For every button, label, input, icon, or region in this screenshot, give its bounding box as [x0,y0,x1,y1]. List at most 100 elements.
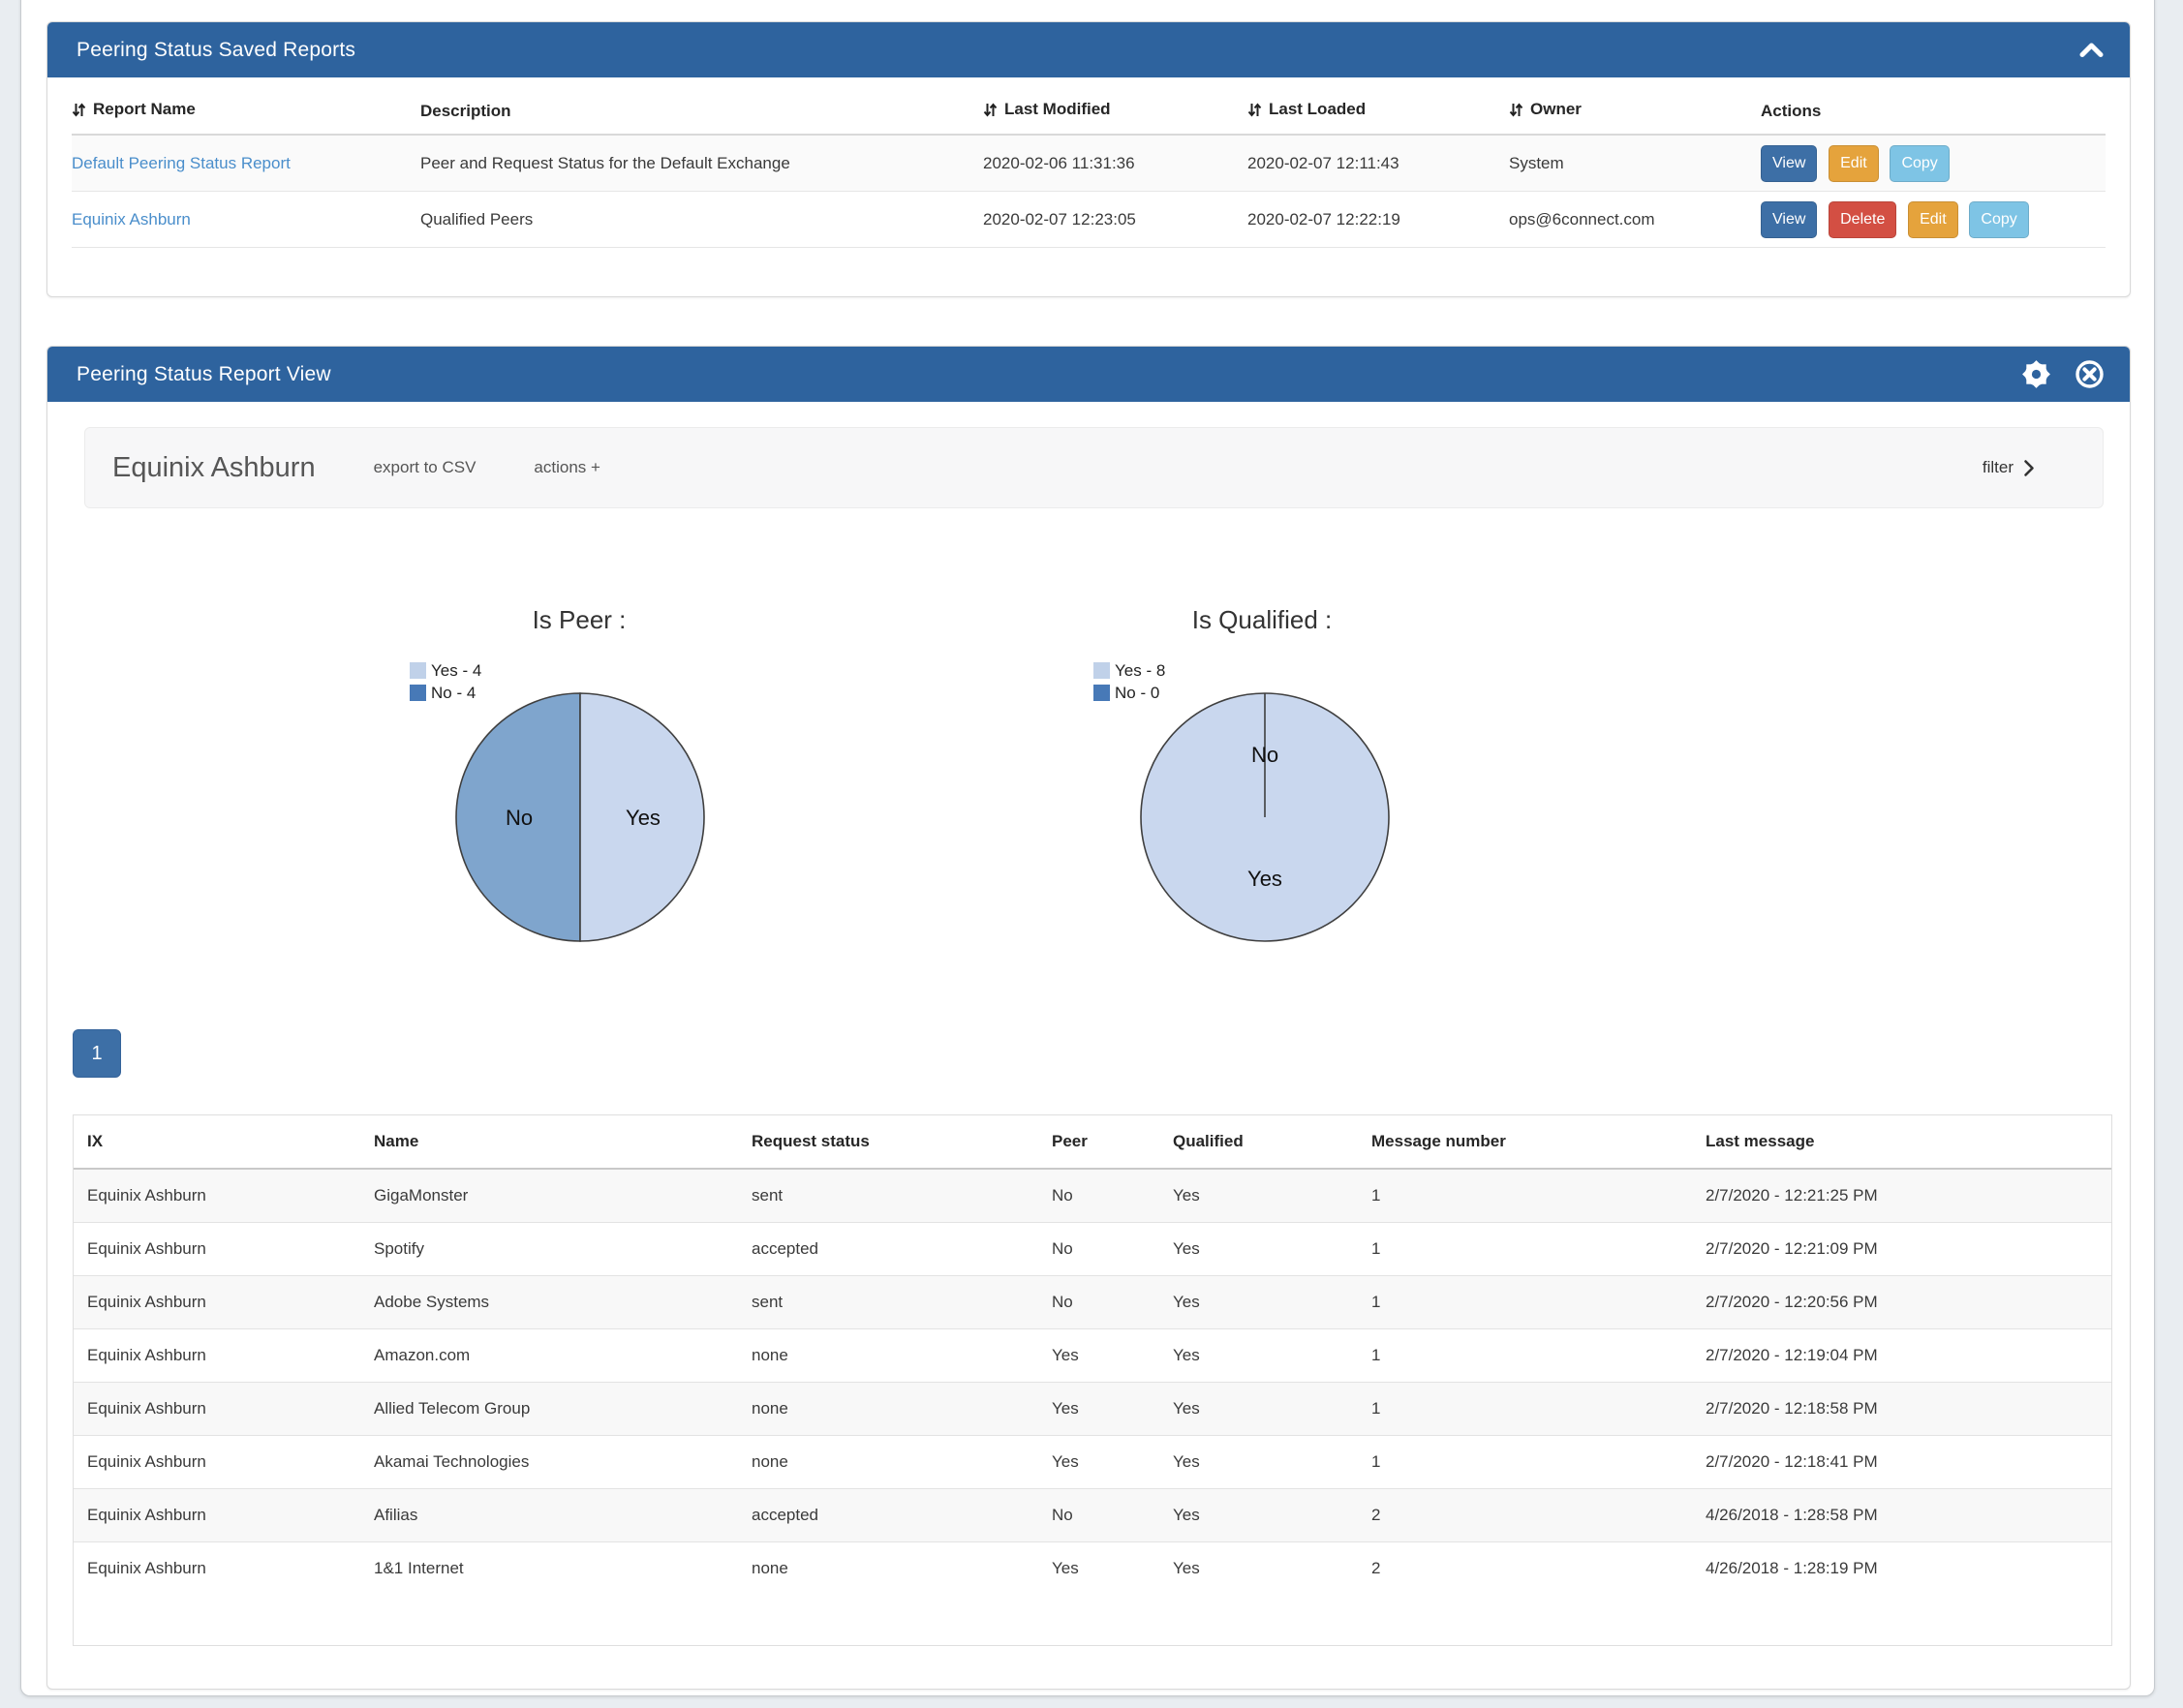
pie-chart-title: Is Peer : [385,605,773,635]
saved-reports-table: Report Name Description Last Modif [72,89,2106,248]
legend-label: Yes - 8 [1115,661,1165,681]
cell-peer: No [1038,1169,1159,1223]
column-header-last-modified[interactable]: Last Modified [983,89,1247,135]
peer-row: Equinix Ashburn Amazon.com none Yes Yes … [74,1329,2111,1383]
report-toolbar: Equinix Ashburn export to CSV actions + … [84,427,2104,508]
delete-button[interactable]: Delete [1829,201,1896,238]
cell-last-message: 2/7/2020 - 12:20:56 PM [1692,1276,2111,1329]
saved-reports-panel: Peering Status Saved Reports [46,21,2131,297]
legend-item: Yes - 4 [410,659,481,682]
cell-request-status: sent [738,1276,1038,1329]
report-link[interactable]: Default Peering Status Report [72,154,291,172]
pie-slice-label-no: No [1251,743,1278,767]
report-view-body: Equinix Ashburn export to CSV actions + … [47,402,2130,1689]
pie-chart-title: Is Qualified : [1068,605,1456,635]
cell-last-message: 2/7/2020 - 12:18:58 PM [1692,1383,2111,1436]
saved-reports-panel-header: Peering Status Saved Reports [47,22,2130,77]
peer-row: Equinix Ashburn Afilias accepted No Yes … [74,1489,2111,1542]
column-header-last-message: Last message [1692,1115,2111,1169]
cell-peer: Yes [1038,1542,1159,1596]
filter-label: filter [1983,458,2014,477]
cell-qualified: Yes [1159,1489,1358,1542]
cell-name: 1&1 Internet [360,1542,738,1596]
cell-peer: Yes [1038,1383,1159,1436]
saved-reports-header-row: Report Name Description Last Modif [72,89,2106,135]
copy-button[interactable]: Copy [1890,145,1949,182]
report-view-panel: Peering Status Report View Equinix Ashbu… [46,346,2131,1690]
column-header-description: Description [420,89,983,135]
sort-icon [1247,102,1262,118]
cell-message-number: 1 [1358,1329,1692,1383]
settings-button[interactable] [2021,359,2051,389]
legend-swatch-yes [410,662,426,679]
cell-ix: Equinix Ashburn [74,1383,360,1436]
cell-request-status: none [738,1436,1038,1489]
column-header-last-loaded[interactable]: Last Loaded [1247,89,1509,135]
cell-ix: Equinix Ashburn [74,1329,360,1383]
cell-qualified: Yes [1159,1329,1358,1383]
sort-icon [983,102,998,118]
saved-reports-panel-title: Peering Status Saved Reports [77,39,355,62]
view-button[interactable]: View [1761,201,1817,238]
is-qualified-pie-chart: No Yes [1131,684,1399,951]
cell-request-status: sent [738,1169,1038,1223]
peers-table: IX Name Request status Peer Qualified Me… [74,1115,2111,1595]
cell-last-message: 2/7/2020 - 12:19:04 PM [1692,1329,2111,1383]
cell-request-status: accepted [738,1223,1038,1276]
pie-slice-label-no: No [506,806,533,830]
cell-ix: Equinix Ashburn [74,1436,360,1489]
column-header-name: Name [360,1115,738,1169]
column-label: Last Loaded [1269,100,1366,119]
is-peer-pie-chart: No Yes [446,684,714,951]
copy-button[interactable]: Copy [1969,201,2028,238]
report-link[interactable]: Equinix Ashburn [72,210,191,229]
cell-last-message: 4/26/2018 - 1:28:19 PM [1692,1542,2111,1596]
close-panel-button[interactable] [2075,359,2105,389]
legend-swatch-yes [1093,662,1110,679]
legend-swatch-no [1093,685,1110,701]
column-header-owner[interactable]: Owner [1509,89,1761,135]
peers-table-container: IX Name Request status Peer Qualified Me… [73,1114,2112,1646]
filter-toggle[interactable]: filter [1983,458,2035,477]
cell-peer: Yes [1038,1436,1159,1489]
cell-message-number: 1 [1358,1276,1692,1329]
cell-request-status: none [738,1383,1038,1436]
report-owner: ops@6connect.com [1509,192,1761,248]
cell-peer: No [1038,1223,1159,1276]
cell-ix: Equinix Ashburn [74,1489,360,1542]
view-button[interactable]: View [1761,145,1817,182]
report-description: Peer and Request Status for the Default … [420,135,983,192]
export-csv-link[interactable]: export to CSV [374,458,477,477]
cell-name: Spotify [360,1223,738,1276]
chevron-right-icon [2023,459,2035,477]
close-circle-icon [2075,359,2105,389]
cell-request-status: accepted [738,1489,1038,1542]
cell-name: Allied Telecom Group [360,1383,738,1436]
gear-icon [2021,359,2051,389]
cell-name: Afilias [360,1489,738,1542]
report-name-heading: Equinix Ashburn [112,452,316,484]
cell-message-number: 1 [1358,1223,1692,1276]
cell-qualified: Yes [1159,1436,1358,1489]
column-header-message-number: Message number [1358,1115,1692,1169]
sort-icon [72,102,86,118]
cell-message-number: 1 [1358,1383,1692,1436]
cell-name: Adobe Systems [360,1276,738,1329]
peer-row: Equinix Ashburn 1&1 Internet none Yes Ye… [74,1542,2111,1596]
pagination-page-1-button[interactable]: 1 [73,1029,121,1078]
cell-last-message: 2/7/2020 - 12:21:25 PM [1692,1169,2111,1223]
column-header-peer: Peer [1038,1115,1159,1169]
legend-item: Yes - 8 [1093,659,1165,682]
peer-row: Equinix Ashburn Adobe Systems sent No Ye… [74,1276,2111,1329]
collapse-panel-button[interactable] [2078,42,2105,58]
actions-menu-link[interactable]: actions + [534,458,600,477]
cell-peer: No [1038,1489,1159,1542]
column-header-report-name[interactable]: Report Name [72,89,420,135]
cell-message-number: 1 [1358,1169,1692,1223]
edit-button[interactable]: Edit [1829,145,1879,182]
cell-message-number: 2 [1358,1489,1692,1542]
pie-slice-label-yes: Yes [626,806,661,830]
edit-button[interactable]: Edit [1908,201,1958,238]
column-label: Report Name [93,100,196,119]
sort-icon [1509,102,1523,118]
